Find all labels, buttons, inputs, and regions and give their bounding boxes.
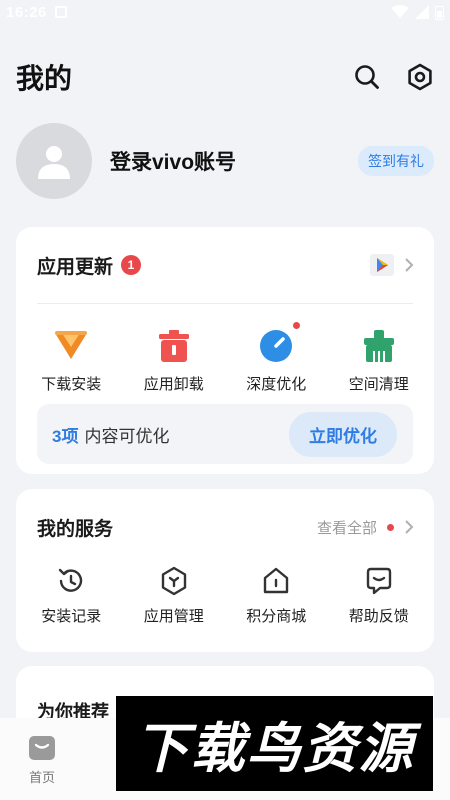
tool-label: 空间清理 [348,376,409,393]
app-update-header[interactable]: 应用更新 1 [16,227,434,303]
avatar[interactable] [16,123,92,199]
service-row: 安装记录 应用管理 积分商城 帮助反馈 [16,565,434,626]
service-points-store[interactable]: 积分商城 [225,565,328,626]
tool-label: 深度优化 [246,376,307,393]
search-icon[interactable] [354,64,380,90]
trash-icon [156,328,192,364]
update-count-badge: 1 [121,255,142,275]
signal-icon [415,5,429,19]
new-dot [387,523,394,531]
optimize-banner: 3项 内容可优化 立即优化 [37,404,413,464]
nav-home-label: 首页 [28,770,55,785]
chevron-right-icon[interactable] [404,257,414,273]
history-icon [59,568,83,592]
my-services-card: 我的服务 查看全部 安装记录 应用管理 积分商城 帮助反馈 [16,489,434,652]
store-icon [264,567,289,594]
notification-icon [54,6,67,18]
service-label: 帮助反馈 [348,608,409,625]
app-manage-icon [161,566,186,596]
gauge-icon [258,322,301,364]
tool-deep-optimize[interactable]: 深度优化 [225,322,328,394]
broom-icon [361,328,397,364]
new-dot [293,322,301,329]
status-icons [391,5,444,20]
optimize-count: 3项 [52,426,79,446]
signin-reward-button[interactable]: 签到有礼 [358,146,434,176]
feedback-icon [366,567,391,595]
service-label: 积分商城 [246,608,307,625]
tool-row: 下载安装 应用卸载 深度优化 空间清理 [16,322,434,394]
watermark-text: 下载鸟资源 [134,719,415,779]
app-update-card: 应用更新 1 下载安装 应用卸载 深度优化 空间清理 3项 内容可优化 立即优化 [16,227,434,474]
tool-label: 应用卸载 [143,376,204,393]
service-label: 应用管理 [143,608,204,625]
status-time: 16:26 [6,3,47,21]
services-title: 我的服务 [37,518,114,540]
user-icon [38,146,70,179]
header-actions [354,63,434,91]
battery-icon [435,5,444,20]
service-help-feedback[interactable]: 帮助反馈 [328,565,431,626]
chevron-right-icon [405,520,414,534]
download-icon [53,328,89,364]
tool-space-clean[interactable]: 空间清理 [328,328,431,394]
tool-uninstall[interactable]: 应用卸载 [123,328,226,394]
home-icon [29,736,55,760]
app-store-icon [370,254,394,276]
settings-icon[interactable] [406,63,434,91]
app-update-right [370,254,414,276]
service-app-manage[interactable]: 应用管理 [123,565,226,626]
services-header: 我的服务 查看全部 [16,489,434,565]
watermark: 下载鸟资源 [116,696,433,791]
see-all-link[interactable]: 查看全部 [317,517,414,538]
app-update-title: 应用更新 [37,256,114,278]
see-all-label: 查看全部 [316,519,377,537]
service-label: 安装记录 [41,608,102,625]
page-header: 我的 [16,52,434,102]
service-install-history[interactable]: 安装记录 [20,565,123,626]
page-title: 我的 [16,63,73,94]
tool-download-install[interactable]: 下载安装 [20,328,123,394]
profile-row[interactable]: 登录vivo账号 签到有礼 [16,123,434,199]
tool-label: 下载安装 [41,376,102,393]
optimize-text: 内容可优化 [84,426,170,446]
optimize-now-button[interactable]: 立即优化 [289,411,397,457]
divider [37,303,413,304]
status-bar: 16:26 [0,0,450,24]
login-link[interactable]: 登录vivo账号 [110,146,236,176]
nav-home[interactable]: 首页 [22,735,62,786]
wifi-icon [391,5,409,18]
